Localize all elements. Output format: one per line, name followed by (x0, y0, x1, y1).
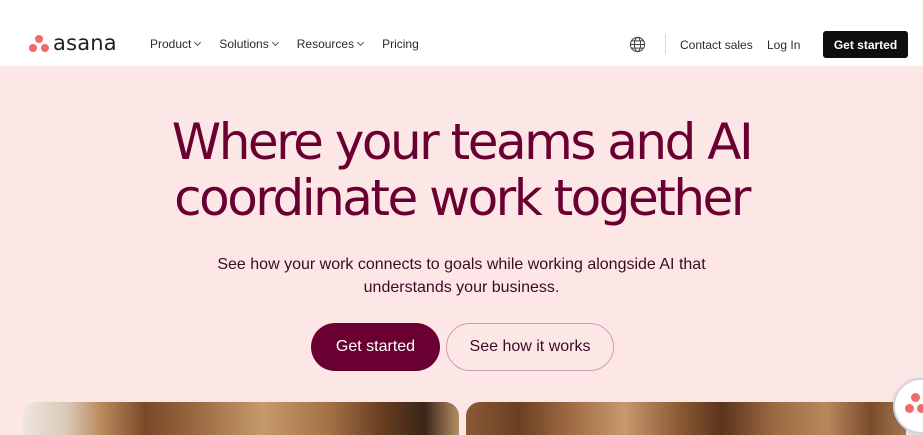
nav-item-product[interactable]: Product (150, 37, 202, 51)
hero-subtext: See how your work connects to goals whil… (217, 256, 706, 296)
get-started-button[interactable]: Get started (311, 323, 440, 371)
see-how-it-works-button[interactable]: See how it works (446, 323, 614, 371)
nav-item-resources[interactable]: Resources (296, 37, 365, 51)
hero-image-left (23, 402, 459, 435)
nav-item-label: Resources (296, 37, 355, 51)
contact-sales-link[interactable]: Contact sales (680, 38, 753, 52)
nav-item-solutions[interactable]: Solutions (219, 37, 279, 51)
brand-name: asana (53, 31, 117, 55)
nav-item-label: Product (150, 37, 192, 51)
chevron-down-icon (271, 38, 279, 47)
hero-headline: Where your teams and AI coordinate work … (0, 114, 923, 226)
nav-divider (665, 34, 666, 54)
get-started-nav-button[interactable]: Get started (823, 31, 908, 58)
nav-item-label: Solutions (219, 37, 269, 51)
asana-logo-icon (29, 35, 49, 53)
hero-image-right (466, 402, 906, 435)
primary-nav: Product Solutions Resources Pricing (150, 0, 438, 88)
nav-item-label: Pricing (382, 37, 419, 51)
globe-icon[interactable] (629, 36, 646, 53)
headline-line-2: coordinate work together (174, 169, 751, 227)
top-navbar: asana Product Solutions Resources Pricin… (0, 0, 923, 66)
chevron-down-icon (194, 38, 202, 47)
asana-logo[interactable]: asana (29, 31, 117, 55)
headline-line-1: Where your teams and AI (171, 113, 754, 171)
login-link[interactable]: Log In (767, 38, 800, 52)
nav-item-pricing[interactable]: Pricing (382, 37, 419, 51)
chevron-down-icon (357, 38, 365, 47)
